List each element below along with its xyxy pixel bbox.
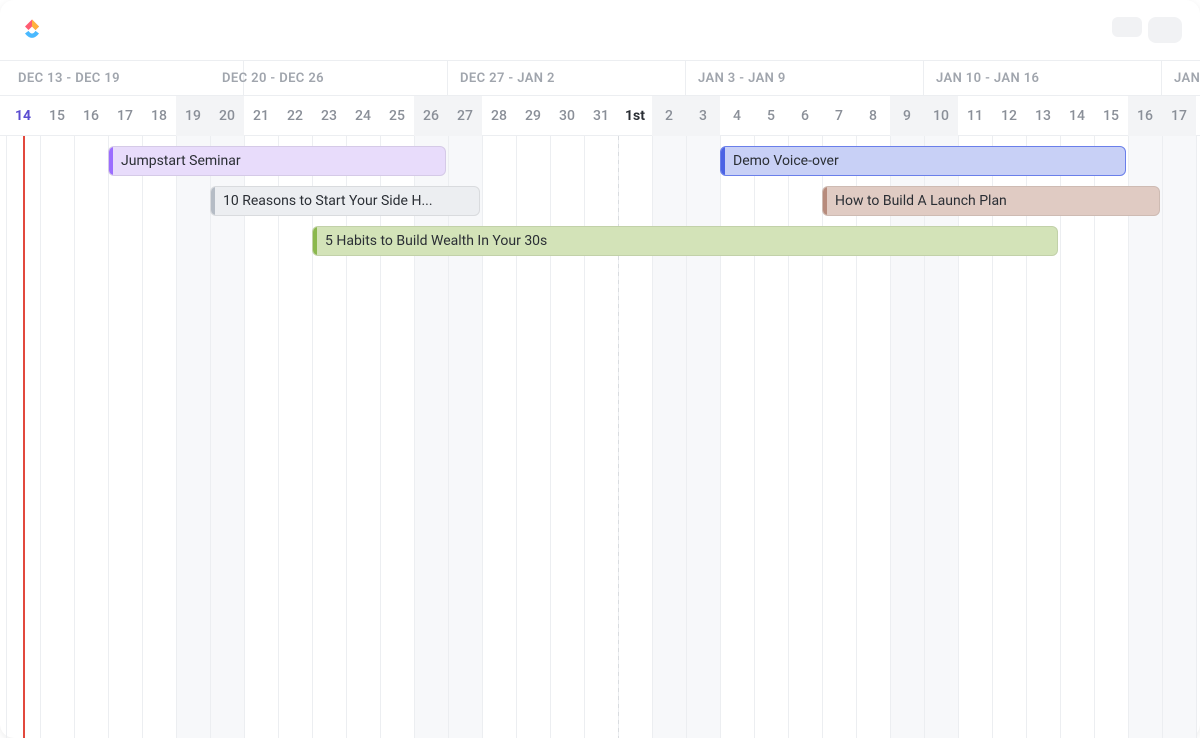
week-range-label: JAN 10 - JAN 16: [924, 61, 1162, 97]
grid-line: [210, 136, 211, 738]
day-cell[interactable]: 18: [142, 96, 176, 136]
day-cell[interactable]: 21: [244, 96, 278, 136]
app-logo-icon: [18, 16, 46, 44]
weekend-column: [176, 136, 210, 738]
today-indicator: [23, 136, 25, 738]
task-accent: [211, 187, 215, 215]
day-cell[interactable]: 30: [550, 96, 584, 136]
grid-line: [6, 136, 7, 738]
day-cell[interactable]: 8: [856, 96, 890, 136]
task-bar[interactable]: How to Build A Launch Plan: [822, 186, 1160, 216]
grid-line: [40, 136, 41, 738]
day-cell[interactable]: 23: [312, 96, 346, 136]
day-cell[interactable]: 26: [414, 96, 448, 136]
grid-line: [312, 136, 313, 738]
day-header: 1415161718192021222324252627282930311st2…: [0, 96, 1200, 136]
grid-line: [142, 136, 143, 738]
toolbar-button-b[interactable]: [1148, 17, 1182, 43]
weekend-column: [1128, 136, 1162, 738]
day-cell[interactable]: 10: [924, 96, 958, 136]
task-bar[interactable]: Demo Voice-over: [720, 146, 1126, 176]
task-accent: [313, 227, 317, 255]
grid-line: [74, 136, 75, 738]
day-cell[interactable]: 31: [584, 96, 618, 136]
grid-line: [1162, 136, 1163, 738]
grid-line: [1094, 136, 1095, 738]
topbar-actions: [1112, 17, 1182, 43]
day-cell[interactable]: 7: [822, 96, 856, 136]
week-range-label: JAN: [1162, 61, 1200, 97]
task-accent: [823, 187, 827, 215]
grid-line: [108, 136, 109, 738]
day-cell[interactable]: 20: [210, 96, 244, 136]
task-bar[interactable]: 10 Reasons to Start Your Side H...: [210, 186, 480, 216]
day-cell[interactable]: 15: [1094, 96, 1128, 136]
topbar: [0, 0, 1200, 60]
task-bar[interactable]: 5 Habits to Build Wealth In Your 30s: [312, 226, 1058, 256]
grid-line: [1128, 136, 1129, 738]
day-cell[interactable]: 14: [6, 96, 40, 136]
day-cell[interactable]: 5: [754, 96, 788, 136]
day-cell[interactable]: 16: [74, 96, 108, 136]
week-range-label: DEC 27 - JAN 2: [448, 61, 686, 97]
day-cell[interactable]: 2: [652, 96, 686, 136]
day-cell[interactable]: 27: [448, 96, 482, 136]
week-range-label: DEC 20 - DEC 26: [210, 61, 448, 97]
day-cell[interactable]: 12: [992, 96, 1026, 136]
day-cell[interactable]: 4: [720, 96, 754, 136]
grid-line: [244, 136, 245, 738]
day-cell[interactable]: 17: [108, 96, 142, 136]
day-cell[interactable]: 14: [1060, 96, 1094, 136]
task-accent: [109, 147, 113, 175]
task-title: Jumpstart Seminar: [119, 153, 241, 169]
grid-line: [278, 136, 279, 738]
day-cell[interactable]: 25: [380, 96, 414, 136]
day-cell[interactable]: 17: [1162, 96, 1196, 136]
weekend-column: [210, 136, 244, 738]
task-title: Demo Voice-over: [731, 153, 839, 169]
day-cell[interactable]: 16: [1128, 96, 1162, 136]
day-cell[interactable]: 3: [686, 96, 720, 136]
day-cell[interactable]: 19: [176, 96, 210, 136]
day-cell[interactable]: 24: [346, 96, 380, 136]
grid-line: [1196, 136, 1197, 738]
day-cell[interactable]: 28: [482, 96, 516, 136]
task-accent: [721, 147, 725, 175]
task-bar[interactable]: Jumpstart Seminar: [108, 146, 446, 176]
weekend-column: [1162, 136, 1196, 738]
week-range-label: JAN 3 - JAN 9: [686, 61, 924, 97]
day-cell[interactable]: 22: [278, 96, 312, 136]
toolbar-button-a[interactable]: [1112, 17, 1142, 37]
grid-line: [1060, 136, 1061, 738]
day-cell[interactable]: 1st: [618, 96, 652, 136]
timeline-grid[interactable]: Jumpstart Seminar 10 Reasons to Start You…: [0, 136, 1200, 738]
week-range-header: DEC 13 - DEC 19DEC 20 - DEC 26DEC 27 - J…: [0, 60, 1200, 96]
day-cell[interactable]: 11: [958, 96, 992, 136]
task-title: How to Build A Launch Plan: [833, 193, 1007, 209]
week-range-label: DEC 13 - DEC 19: [6, 61, 244, 97]
day-cell[interactable]: 6: [788, 96, 822, 136]
day-cell[interactable]: 13: [1026, 96, 1060, 136]
grid-line: [176, 136, 177, 738]
day-cell[interactable]: 29: [516, 96, 550, 136]
task-title: 10 Reasons to Start Your Side H...: [221, 193, 433, 209]
day-cell[interactable]: 9: [890, 96, 924, 136]
task-title: 5 Habits to Build Wealth In Your 30s: [323, 233, 547, 249]
day-cell[interactable]: 15: [40, 96, 74, 136]
